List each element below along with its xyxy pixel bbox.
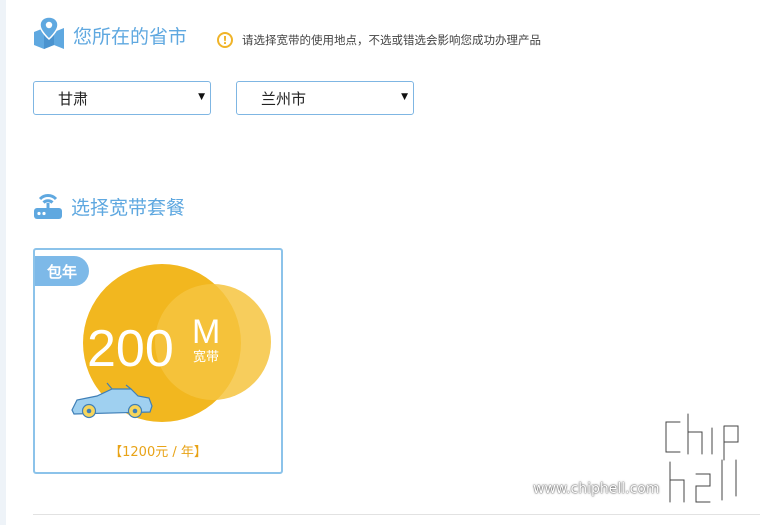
caret-down-icon: ▼ xyxy=(198,92,205,102)
province-select[interactable]: 甘肃 ▼ xyxy=(33,81,211,115)
location-section-title: 您所在的省市 xyxy=(33,16,187,54)
city-select[interactable]: 兰州市 ▼ xyxy=(236,81,414,115)
city-select-value: 兰州市 xyxy=(261,89,307,108)
package-unit: M xyxy=(192,313,220,351)
package-speed: 200 xyxy=(87,320,174,378)
package-price: 【1200元 / 年】 xyxy=(109,445,207,460)
package-unit-sub: 宽带 xyxy=(193,349,219,365)
footer-divider xyxy=(33,514,760,515)
router-icon xyxy=(33,188,63,224)
location-title-text: 您所在的省市 xyxy=(73,25,188,48)
package-card[interactable]: 200 M 宽带 包年 【1200元 / 年】 xyxy=(33,248,283,474)
packages-section-title: 选择宽带套餐 xyxy=(33,188,185,224)
package-badge: 包年 xyxy=(35,256,89,286)
watermark-text: www.chiphell.com xyxy=(533,481,660,497)
left-rail xyxy=(0,0,6,525)
watermark-logo xyxy=(663,411,741,505)
caret-down-icon: ▼ xyxy=(401,92,408,102)
location-notice: ! 请选择宽带的使用地点，不选或错选会影响您成功办理产品 xyxy=(217,32,541,48)
map-pin-icon xyxy=(33,16,65,54)
packages-title-text: 选择宽带套餐 xyxy=(71,196,186,219)
warning-icon: ! xyxy=(217,32,233,48)
location-notice-text: 请选择宽带的使用地点，不选或错选会影响您成功办理产品 xyxy=(242,33,541,47)
province-select-value: 甘肃 xyxy=(58,89,89,108)
